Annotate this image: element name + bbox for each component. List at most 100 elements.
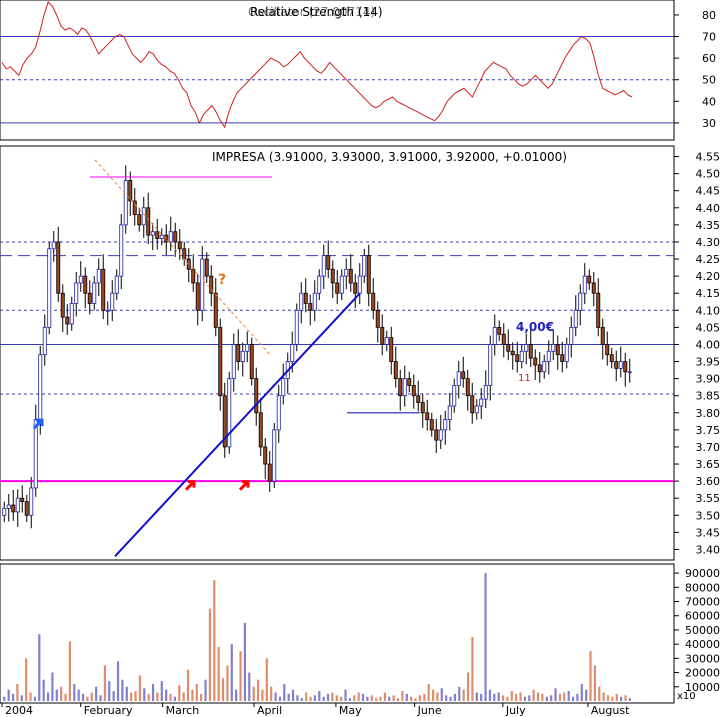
volume-bar: [283, 683, 286, 701]
volume-bar: [598, 686, 601, 701]
candle-up: [339, 275, 344, 294]
volume-bar: [624, 695, 627, 701]
price-title: IMPRESA (3.91000, 3.93000, 3.91000, 3.92…: [212, 150, 567, 164]
candle-up: [357, 275, 362, 294]
volume-bar: [208, 608, 212, 701]
volume-bar: [73, 683, 76, 701]
volume-bar: [466, 672, 470, 701]
volume-bar: [20, 695, 23, 701]
volume-bar: [7, 689, 10, 701]
candle-down: [407, 378, 412, 386]
candle-up: [47, 248, 52, 328]
candle-down: [596, 292, 601, 328]
candle-up: [33, 419, 38, 489]
candle-down: [398, 378, 403, 397]
volume-bar: [313, 695, 317, 701]
candle-up: [290, 344, 295, 362]
candle-up: [452, 385, 457, 407]
candle-down: [249, 344, 254, 380]
candle-down: [191, 268, 196, 284]
candle-up: [123, 180, 128, 226]
volume-bar: [475, 692, 478, 701]
price-tick-label: 4.00: [696, 338, 721, 351]
candle-up: [582, 275, 587, 294]
price-tick-label: 4.15: [696, 287, 721, 300]
volume-bar: [615, 693, 618, 701]
candle-up: [69, 303, 74, 325]
candle-up: [168, 231, 173, 243]
candle-up: [110, 292, 115, 311]
volume-bar: [99, 695, 102, 701]
volume-bar: [357, 692, 360, 701]
candle-down: [375, 309, 380, 328]
price-tick-label: 3.60: [696, 475, 721, 488]
candle-up: [96, 268, 101, 284]
volume-bar: [488, 689, 492, 701]
candle-down: [263, 446, 268, 465]
candle-up: [150, 231, 155, 236]
volume-bar: [550, 695, 553, 701]
volume-bar: [11, 693, 15, 701]
candle-up: [362, 255, 367, 277]
volume-bar: [410, 696, 413, 701]
candle-down: [380, 326, 385, 345]
volume-bar: [125, 686, 128, 701]
candle-down: [218, 326, 223, 397]
candle-up: [474, 405, 479, 414]
candle-up: [542, 361, 547, 373]
volume-bar: [191, 689, 194, 701]
candle-up: [402, 378, 407, 397]
volume-bar: [344, 689, 347, 701]
price-tick-label: 4.35: [696, 219, 721, 232]
volume-bar: [401, 691, 404, 701]
candle-up: [488, 344, 493, 386]
rsi-tick-label: 30: [702, 117, 716, 130]
candle-up: [483, 385, 488, 400]
volume-bar: [64, 693, 67, 701]
volume-bar: [462, 689, 465, 701]
rsi-tick-label: 40: [702, 95, 716, 108]
candle-down: [254, 378, 259, 414]
volume-bar: [414, 698, 417, 701]
rsi-tick-label: 70: [702, 31, 716, 44]
candle-down: [434, 429, 439, 441]
volume-bar: [388, 696, 391, 701]
candle-up: [227, 378, 232, 448]
volume-bar: [558, 693, 562, 701]
volume-bar: [440, 688, 443, 701]
candle-down: [510, 350, 515, 356]
volume-bar: [606, 695, 610, 701]
candle-down: [146, 207, 151, 236]
candle-down: [497, 326, 502, 335]
price-tick-label: 3.85: [696, 390, 721, 403]
volume-bar: [121, 679, 124, 701]
candle-down: [60, 292, 65, 318]
volume-bar: [519, 692, 522, 701]
price-tick-label: 3.90: [696, 373, 721, 386]
volume-bar: [217, 647, 220, 701]
volume-bar: [68, 641, 72, 701]
volume-bar: [580, 683, 583, 701]
volume-bar: [239, 651, 242, 701]
volume-bar: [252, 686, 255, 701]
volume-bar: [112, 691, 115, 701]
volume-bar: [593, 665, 597, 701]
rsi-tick-label: 60: [702, 52, 716, 65]
volume-bar: [585, 689, 588, 701]
price-tick-label: 3.75: [696, 424, 721, 437]
volume-bar: [331, 692, 334, 701]
volume-bar: [628, 698, 632, 701]
volume-bar: [602, 692, 605, 701]
candle-down: [128, 180, 133, 202]
candle-down: [24, 501, 29, 516]
x-tick-label: March: [166, 704, 200, 717]
candle-down: [420, 402, 425, 414]
candle-down: [587, 275, 592, 284]
volume-bar: [29, 692, 32, 701]
price-tick-label: 4.50: [696, 168, 721, 181]
volume-bar: [480, 693, 483, 701]
candle-down: [335, 282, 340, 294]
volume-bar: [226, 665, 229, 701]
price-tick-label: 4.20: [696, 270, 721, 283]
x-tick-label: June: [417, 704, 442, 717]
